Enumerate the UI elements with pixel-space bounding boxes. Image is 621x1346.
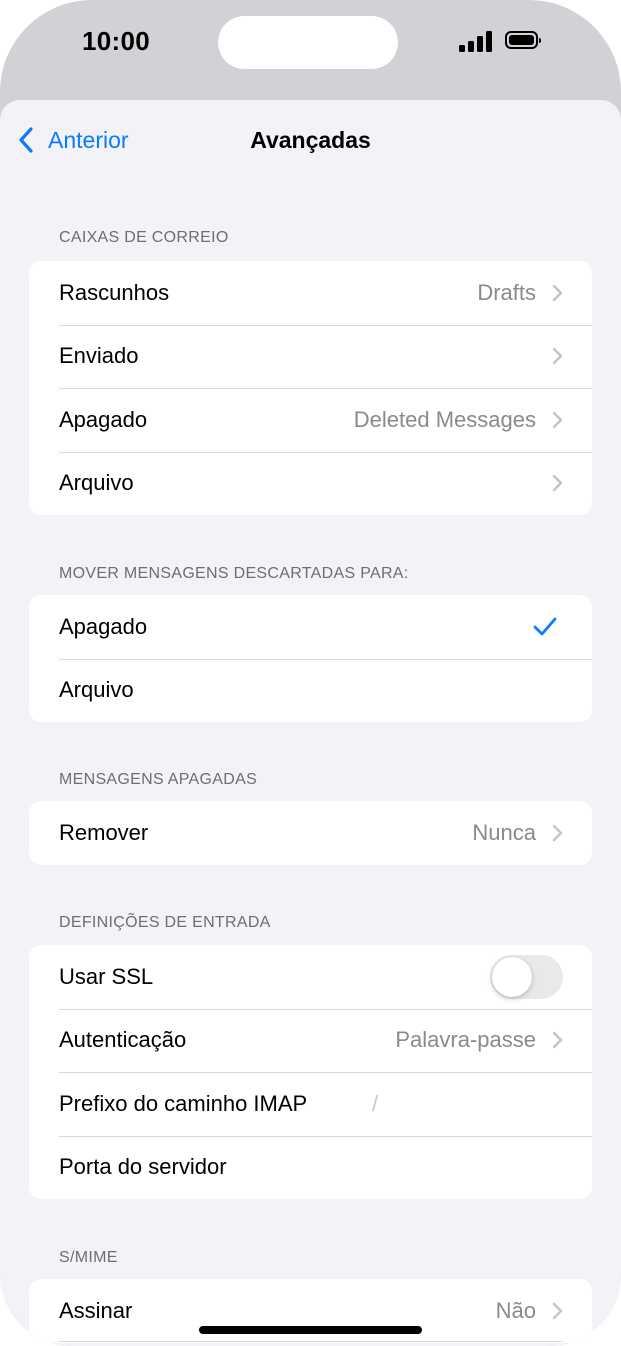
- checkmark-icon: [533, 617, 557, 636]
- navigation-bar: Anterior Avançadas: [0, 100, 621, 180]
- chevron-right-icon: [552, 1032, 563, 1049]
- row-label: Enviado: [59, 343, 139, 369]
- chevron-right-icon: [552, 475, 563, 492]
- chevron-right-icon: [552, 284, 563, 301]
- chevron-right-icon: [552, 1302, 563, 1319]
- move-discarded-group: Apagado Arquivo: [29, 595, 592, 722]
- row-label: Prefixo do caminho IMAP: [59, 1090, 308, 1116]
- deleted-messages-group: Remover Nunca: [29, 801, 592, 865]
- option-deleted[interactable]: Apagado: [29, 595, 592, 659]
- row-label: Remover: [59, 819, 149, 845]
- row-drafts[interactable]: Rascunhos Drafts: [29, 261, 592, 325]
- toggle-knob: [492, 957, 532, 997]
- row-value: Não: [495, 1297, 536, 1323]
- row-sent[interactable]: Enviado: [29, 324, 592, 389]
- row-label: Autenticação: [59, 1027, 187, 1053]
- ssl-toggle[interactable]: [490, 955, 563, 999]
- row-imap-prefix[interactable]: Prefixo do caminho IMAP /: [29, 1072, 592, 1136]
- row-label: Arquivo: [59, 677, 134, 703]
- dynamic-island: [218, 16, 398, 69]
- row-label: Rascunhos: [59, 279, 170, 305]
- option-archive[interactable]: Arquivo: [29, 658, 592, 723]
- row-server-port[interactable]: Porta do servidor: [29, 1135, 592, 1200]
- section-header-move-discarded: MOVER MENSAGENS DESCARTADAS PARA:: [59, 565, 409, 582]
- row-label: Assinar: [59, 1297, 133, 1323]
- row-use-ssl: Usar SSL: [29, 945, 592, 1009]
- row-value: Deleted Messages: [353, 406, 536, 432]
- settings-sheet: Anterior Avançadas CAIXAS DE CORREIO Ras…: [0, 100, 621, 1346]
- section-header-smime: S/MIME: [59, 1249, 118, 1266]
- row-label: Arquivo: [59, 470, 134, 496]
- section-header-deleted-messages: MENSAGENS APAGADAS: [59, 771, 258, 788]
- cellular-signal-icon: [459, 30, 493, 52]
- chevron-right-icon: [552, 411, 563, 428]
- incoming-settings-group: Usar SSL Autenticação Palavra-passe Pref…: [29, 945, 592, 1199]
- battery-icon: [505, 31, 541, 49]
- row-value: Nunca: [472, 819, 536, 845]
- row-value: Palavra-passe: [395, 1027, 536, 1053]
- section-header-incoming: DEFINIÇÕES DE ENTRADA: [59, 914, 271, 931]
- chevron-right-icon: [552, 348, 563, 365]
- section-header-mailboxes: CAIXAS DE CORREIO: [59, 229, 229, 246]
- row-label: Usar SSL: [59, 963, 154, 989]
- row-label: Apagado: [59, 613, 148, 639]
- page-title: Avançadas: [250, 127, 371, 153]
- row-archive[interactable]: Arquivo: [29, 451, 592, 516]
- home-indicator[interactable]: [199, 1326, 422, 1334]
- device-frame: 10:00 Anterior Avançadas CAIXAS DE CORRE…: [0, 0, 621, 1346]
- divider: [59, 1341, 563, 1342]
- status-bar: 10:00: [0, 0, 621, 100]
- row-deleted[interactable]: Apagado Deleted Messages: [29, 388, 592, 452]
- row-value: Drafts: [477, 279, 536, 305]
- row-remove[interactable]: Remover Nunca: [29, 801, 592, 865]
- status-time: 10:00: [82, 26, 150, 56]
- row-authentication[interactable]: Autenticação Palavra-passe: [29, 1008, 592, 1073]
- row-label: Porta do servidor: [59, 1154, 227, 1180]
- mailboxes-group: Rascunhos Drafts Enviado Apagado Deleted…: [29, 261, 592, 515]
- row-label: Apagado: [59, 406, 148, 432]
- chevron-right-icon: [552, 824, 563, 841]
- imap-prefix-field[interactable]: /: [372, 1091, 378, 1117]
